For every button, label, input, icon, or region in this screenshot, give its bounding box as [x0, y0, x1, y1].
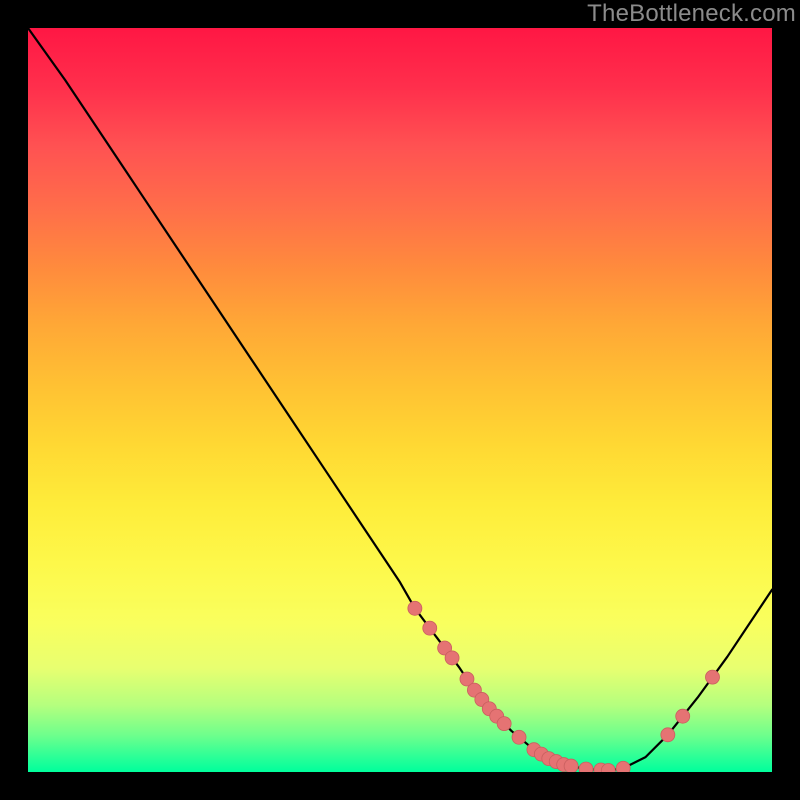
curve-dot — [705, 670, 719, 684]
curve-dot — [579, 762, 593, 772]
bottleneck-curve — [28, 28, 772, 771]
curve-dots — [408, 601, 720, 772]
curve-dot — [423, 621, 437, 635]
curve-dot — [676, 709, 690, 723]
curve-dot — [497, 717, 511, 731]
curve-dot — [564, 759, 578, 772]
curve-svg — [28, 28, 772, 772]
curve-dot — [445, 651, 459, 665]
curve-dot — [661, 728, 675, 742]
watermark-text: TheBottleneck.com — [587, 0, 796, 28]
curve-dot — [408, 601, 422, 615]
curve-dot — [512, 730, 526, 744]
gradient-plot-area — [28, 28, 772, 772]
curve-dot — [616, 761, 630, 772]
